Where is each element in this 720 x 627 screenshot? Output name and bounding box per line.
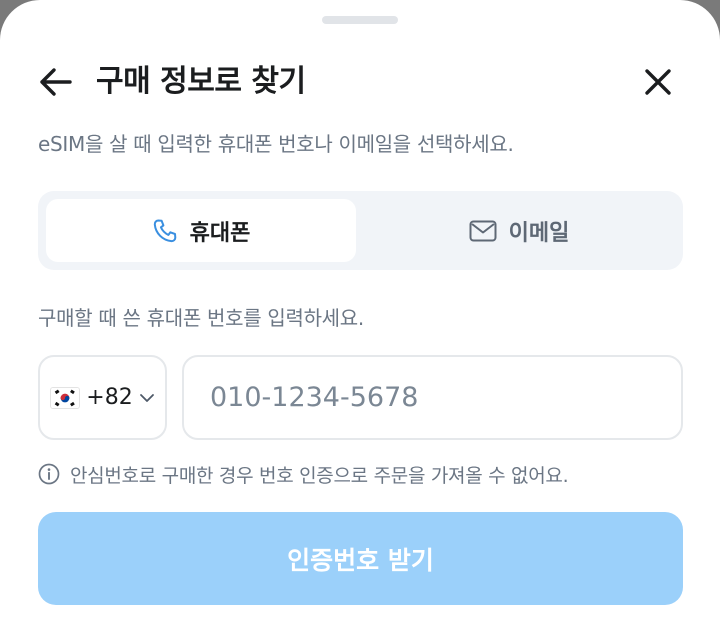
info-icon [38,463,60,485]
phone-icon [153,219,176,242]
phone-number-input[interactable] [182,355,683,440]
notice: 안심번호로 구매한 경우 번호 인증으로 주문을 가져올 수 없어요. [38,458,569,490]
arrow-left-icon [40,68,72,96]
contact-method-tabs: 휴대폰 이메일 [38,191,683,270]
country-code-select[interactable]: +82 [38,355,167,440]
request-code-button[interactable]: 인증번호 받기 [38,512,683,605]
sheet-drag-handle[interactable] [322,16,398,24]
notice-text: 안심번호로 구매한 경우 번호 인증으로 주문을 가져올 수 없어요. [70,464,569,487]
instruction-text: eSIM을 살 때 입력한 휴대폰 번호나 이메일을 선택하세요. [38,132,514,156]
tab-email-label: 이메일 [508,220,570,246]
close-button[interactable] [638,62,678,102]
close-icon [645,69,671,95]
country-code: +82 [86,385,133,410]
tab-email[interactable]: 이메일 [364,199,674,262]
bottom-sheet: 구매 정보로 찾기 eSIM을 살 때 입력한 휴대폰 번호나 이메일을 선택하… [0,0,720,627]
phone-prompt: 구매할 때 쓴 휴대폰 번호를 입력하세요. [38,306,364,330]
tab-phone[interactable]: 휴대폰 [46,199,356,262]
page-title: 구매 정보로 찾기 [96,64,306,99]
chevron-down-icon [139,393,154,402]
korea-flag-icon [50,386,81,409]
back-button[interactable] [36,62,76,102]
tab-phone-label: 휴대폰 [189,220,251,246]
mail-icon [469,220,497,241]
